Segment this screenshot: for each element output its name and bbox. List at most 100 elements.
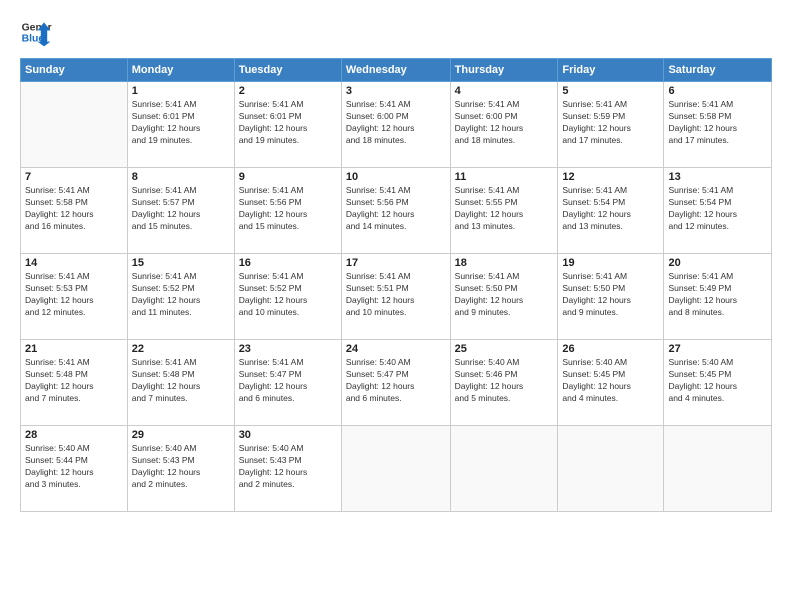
calendar-cell: 30 Sunrise: 5:40 AM Sunset: 5:43 PM Dayli…: [234, 426, 341, 512]
calendar-cell: 29Sunrise: 5:40 AM Sunset: 5:43 PM Dayli…: [127, 426, 234, 512]
day-info: Sunrise: 5:41 AM Sunset: 5:56 PM Dayligh…: [346, 185, 446, 233]
day-info: Sunrise: 5:41 AM Sunset: 5:54 PM Dayligh…: [562, 185, 659, 233]
calendar-cell: 5 Sunrise: 5:41 AM Sunset: 5:59 PM Daylig…: [558, 82, 664, 168]
day-number: 8: [132, 171, 230, 183]
day-number: 14: [25, 257, 123, 269]
day-info: Sunrise: 5:41 AM Sunset: 6:00 PM Dayligh…: [346, 99, 446, 147]
calendar-cell: 22 Sunrise: 5:41 AM Sunset: 5:48 PM Dayli…: [127, 340, 234, 426]
day-info: Sunrise: 5:41 AM Sunset: 6:01 PM Dayligh…: [239, 99, 337, 147]
day-number: 10: [346, 171, 446, 183]
day-info: Sunrise: 5:40 AM Sunset: 5:43 PM Dayligh…: [239, 443, 337, 491]
day-number: 7: [25, 171, 123, 183]
day-number: 22: [132, 343, 230, 355]
calendar-cell: 20 Sunrise: 5:41 AM Sunset: 5:49 PM Dayli…: [664, 254, 772, 340]
day-number: 11: [455, 171, 554, 183]
day-header-sunday: Sunday: [21, 59, 128, 82]
day-number: 1: [132, 85, 230, 97]
day-number: 13: [668, 171, 767, 183]
calendar-cell: 9Sunrise: 5:41 AM Sunset: 5:56 PM Daylig…: [234, 168, 341, 254]
day-number: 2: [239, 85, 337, 97]
day-info: Sunrise: 5:41 AM Sunset: 5:48 PM Dayligh…: [25, 357, 123, 405]
calendar-cell: 19 Sunrise: 5:41 AM Sunset: 5:50 PM Dayli…: [558, 254, 664, 340]
day-header-wednesday: Wednesday: [341, 59, 450, 82]
day-info: Sunrise: 5:41 AM Sunset: 5:57 PM Dayligh…: [132, 185, 230, 233]
calendar-cell: [450, 426, 558, 512]
day-info: Sunrise: 5:41 AM Sunset: 5:53 PM Dayligh…: [25, 271, 123, 319]
day-info: Sunrise: 5:41 AM Sunset: 5:54 PM Dayligh…: [668, 185, 767, 233]
calendar-cell: 13 Sunrise: 5:41 AM Sunset: 5:54 PM Dayli…: [664, 168, 772, 254]
calendar-cell: 10 Sunrise: 5:41 AM Sunset: 5:56 PM Dayli…: [341, 168, 450, 254]
calendar-cell: 27Sunrise: 5:40 AM Sunset: 5:45 PM Dayli…: [664, 340, 772, 426]
day-number: 27: [668, 343, 767, 355]
day-info: Sunrise: 5:40 AM Sunset: 5:44 PM Dayligh…: [25, 443, 123, 491]
day-number: 6: [668, 85, 767, 97]
calendar-cell: 6 Sunrise: 5:41 AM Sunset: 5:58 PM Daylig…: [664, 82, 772, 168]
day-header-tuesday: Tuesday: [234, 59, 341, 82]
calendar-cell: 3 Sunrise: 5:41 AM Sunset: 6:00 PM Daylig…: [341, 82, 450, 168]
page: General Blue SundayMondayTuesdayWednesda…: [0, 0, 792, 612]
day-info: Sunrise: 5:41 AM Sunset: 6:01 PM Dayligh…: [132, 99, 230, 147]
logo-icon: General Blue: [20, 16, 52, 48]
day-info: Sunrise: 5:41 AM Sunset: 5:50 PM Dayligh…: [562, 271, 659, 319]
day-header-thursday: Thursday: [450, 59, 558, 82]
calendar-cell: 8 Sunrise: 5:41 AM Sunset: 5:57 PM Daylig…: [127, 168, 234, 254]
calendar-week-5: 28Sunrise: 5:40 AM Sunset: 5:44 PM Dayli…: [21, 426, 772, 512]
day-info: Sunrise: 5:41 AM Sunset: 5:49 PM Dayligh…: [668, 271, 767, 319]
day-info: Sunrise: 5:41 AM Sunset: 6:00 PM Dayligh…: [455, 99, 554, 147]
logo: General Blue: [20, 16, 52, 48]
day-info: Sunrise: 5:41 AM Sunset: 5:51 PM Dayligh…: [346, 271, 446, 319]
calendar-cell: 16 Sunrise: 5:41 AM Sunset: 5:52 PM Dayli…: [234, 254, 341, 340]
day-number: 21: [25, 343, 123, 355]
day-number: 12: [562, 171, 659, 183]
calendar-cell: 28Sunrise: 5:40 AM Sunset: 5:44 PM Dayli…: [21, 426, 128, 512]
day-number: 19: [562, 257, 659, 269]
calendar-cell: [664, 426, 772, 512]
calendar-cell: 4 Sunrise: 5:41 AM Sunset: 6:00 PM Daylig…: [450, 82, 558, 168]
calendar-cell: 7Sunrise: 5:41 AM Sunset: 5:58 PM Daylig…: [21, 168, 128, 254]
day-number: 9: [239, 171, 337, 183]
day-number: 20: [668, 257, 767, 269]
day-info: Sunrise: 5:41 AM Sunset: 5:50 PM Dayligh…: [455, 271, 554, 319]
day-info: Sunrise: 5:40 AM Sunset: 5:45 PM Dayligh…: [562, 357, 659, 405]
calendar-cell: [21, 82, 128, 168]
day-number: 26: [562, 343, 659, 355]
day-number: 30: [239, 429, 337, 441]
day-header-saturday: Saturday: [664, 59, 772, 82]
day-number: 4: [455, 85, 554, 97]
day-number: 25: [455, 343, 554, 355]
header: General Blue: [20, 16, 772, 48]
calendar-cell: 25 Sunrise: 5:40 AM Sunset: 5:46 PM Dayli…: [450, 340, 558, 426]
day-number: 16: [239, 257, 337, 269]
calendar-cell: 23 Sunrise: 5:41 AM Sunset: 5:47 PM Dayli…: [234, 340, 341, 426]
day-info: Sunrise: 5:41 AM Sunset: 5:47 PM Dayligh…: [239, 357, 337, 405]
calendar-cell: 21 Sunrise: 5:41 AM Sunset: 5:48 PM Dayli…: [21, 340, 128, 426]
calendar: SundayMondayTuesdayWednesdayThursdayFrid…: [20, 58, 772, 512]
calendar-week-3: 14 Sunrise: 5:41 AM Sunset: 5:53 PM Dayli…: [21, 254, 772, 340]
day-number: 24: [346, 343, 446, 355]
day-info: Sunrise: 5:41 AM Sunset: 5:48 PM Dayligh…: [132, 357, 230, 405]
calendar-cell: [341, 426, 450, 512]
day-info: Sunrise: 5:40 AM Sunset: 5:46 PM Dayligh…: [455, 357, 554, 405]
day-header-monday: Monday: [127, 59, 234, 82]
day-number: 23: [239, 343, 337, 355]
day-header-friday: Friday: [558, 59, 664, 82]
day-number: 15: [132, 257, 230, 269]
calendar-cell: 24 Sunrise: 5:40 AM Sunset: 5:47 PM Dayli…: [341, 340, 450, 426]
day-info: Sunrise: 5:41 AM Sunset: 5:52 PM Dayligh…: [239, 271, 337, 319]
calendar-week-2: 7Sunrise: 5:41 AM Sunset: 5:58 PM Daylig…: [21, 168, 772, 254]
day-info: Sunrise: 5:40 AM Sunset: 5:43 PM Dayligh…: [132, 443, 230, 491]
day-info: Sunrise: 5:41 AM Sunset: 5:58 PM Dayligh…: [668, 99, 767, 147]
calendar-header-row: SundayMondayTuesdayWednesdayThursdayFrid…: [21, 59, 772, 82]
day-number: 18: [455, 257, 554, 269]
calendar-cell: 11 Sunrise: 5:41 AM Sunset: 5:55 PM Dayli…: [450, 168, 558, 254]
calendar-cell: 14 Sunrise: 5:41 AM Sunset: 5:53 PM Dayli…: [21, 254, 128, 340]
day-number: 5: [562, 85, 659, 97]
calendar-week-4: 21 Sunrise: 5:41 AM Sunset: 5:48 PM Dayli…: [21, 340, 772, 426]
day-info: Sunrise: 5:40 AM Sunset: 5:47 PM Dayligh…: [346, 357, 446, 405]
day-number: 3: [346, 85, 446, 97]
calendar-cell: 26 Sunrise: 5:40 AM Sunset: 5:45 PM Dayli…: [558, 340, 664, 426]
day-info: Sunrise: 5:41 AM Sunset: 5:55 PM Dayligh…: [455, 185, 554, 233]
calendar-cell: 1 Sunrise: 5:41 AM Sunset: 6:01 PM Daylig…: [127, 82, 234, 168]
calendar-cell: 2 Sunrise: 5:41 AM Sunset: 6:01 PM Daylig…: [234, 82, 341, 168]
day-info: Sunrise: 5:41 AM Sunset: 5:59 PM Dayligh…: [562, 99, 659, 147]
